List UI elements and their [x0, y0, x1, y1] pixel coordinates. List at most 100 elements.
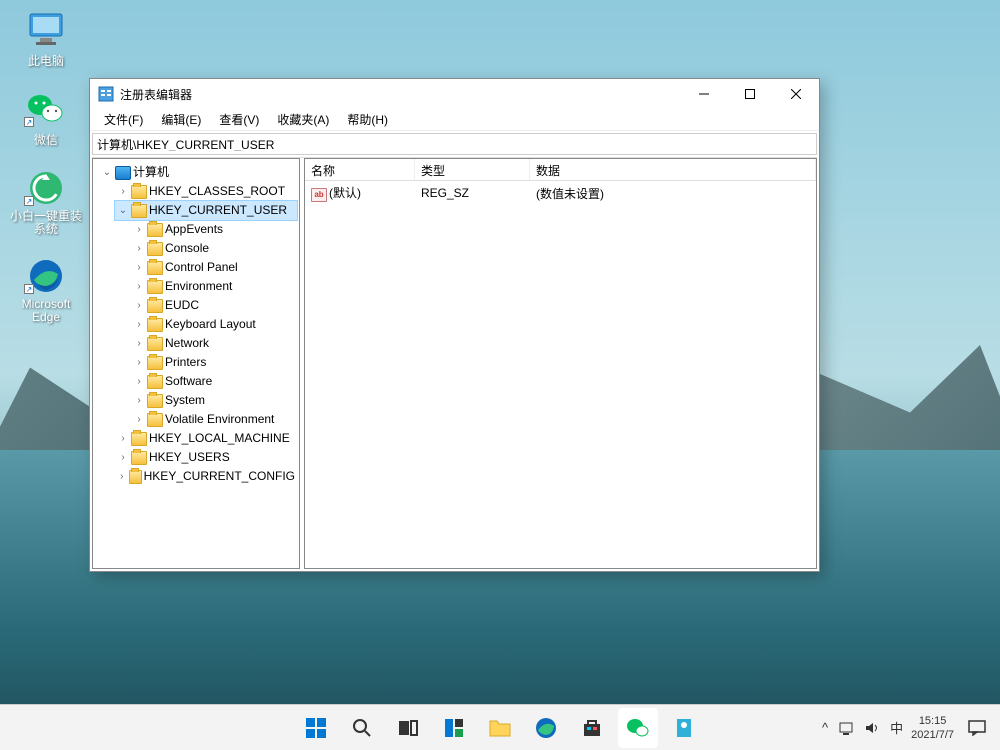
regedit-icon	[98, 86, 114, 102]
tree-expander-icon[interactable]: ›	[133, 239, 145, 258]
registry-value-row[interactable]: ab(默认)REG_SZ(数值未设置)	[305, 183, 816, 203]
tree-expander-icon[interactable]: ›	[133, 391, 145, 410]
tree-key-console[interactable]: ›Console	[131, 239, 297, 258]
value-data: (数值未设置)	[530, 185, 816, 202]
reg-string-icon: ab	[311, 188, 327, 202]
tree-root-computer[interactable]: ⌄ 计算机	[99, 163, 297, 182]
tree-label: Printers	[165, 353, 206, 372]
address-input[interactable]	[97, 137, 812, 151]
menu-view[interactable]: 查看(V)	[211, 109, 267, 130]
network-icon[interactable]	[838, 721, 854, 735]
task-view-button[interactable]	[388, 708, 428, 748]
tree-key-volatile-environment[interactable]: › Volatile Environment	[131, 410, 297, 429]
address-bar[interactable]	[92, 133, 817, 155]
taskbar-date: 2021/7/7	[911, 728, 954, 742]
tree-expander-icon[interactable]: ⌄	[117, 201, 129, 220]
app-button[interactable]	[664, 708, 704, 748]
tree-expander-icon[interactable]: ›	[133, 220, 145, 239]
menu-edit[interactable]: 编辑(E)	[153, 109, 209, 130]
menu-help[interactable]: 帮助(H)	[339, 109, 396, 130]
titlebar[interactable]: 注册表编辑器	[90, 79, 819, 109]
desktop-icon-this-pc[interactable]: 此电脑	[8, 10, 84, 69]
tree-pane[interactable]: ⌄ 计算机 ›HKEY_CLASSES_ROOT⌄HKEY_CURRENT_US…	[92, 158, 300, 569]
tree-key-system[interactable]: › System	[131, 391, 297, 410]
tree-key-control-panel[interactable]: ›Control Panel	[131, 258, 297, 277]
menu-favorites[interactable]: 收藏夹(A)	[269, 109, 337, 130]
close-button[interactable]	[773, 79, 819, 109]
folder-icon	[129, 470, 142, 484]
tree-hive-hkey-current-config[interactable]: › HKEY_CURRENT_CONFIG	[115, 467, 297, 486]
tree-label: AppEvents	[165, 220, 223, 239]
registry-editor-window: 注册表编辑器 文件(F) 编辑(E) 查看(V) 收藏夹(A) 帮助(H)	[89, 78, 820, 572]
folder-icon	[147, 413, 163, 427]
tree-expander-icon[interactable]: ›	[133, 334, 145, 353]
tree-label: HKEY_USERS	[149, 448, 230, 467]
edge-button[interactable]	[526, 708, 566, 748]
wechat-taskbar-button[interactable]	[618, 708, 658, 748]
values-pane[interactable]: 名称 类型 数据 ab(默认)REG_SZ(数值未设置)	[304, 158, 817, 569]
desktop-icon-xiaobai[interactable]: ↗ 小白一键重装系统	[8, 168, 84, 236]
tree-expander-icon[interactable]: ›	[133, 410, 145, 429]
desktop-icon-edge[interactable]: ↗ Microsoft Edge	[8, 256, 84, 324]
tree-expander-icon[interactable]: ›	[117, 429, 129, 448]
file-explorer-button[interactable]	[480, 708, 520, 748]
tree-key-keyboard-layout[interactable]: ›Keyboard Layout	[131, 315, 297, 334]
widgets-button[interactable]	[434, 708, 474, 748]
tree-label: 计算机	[133, 163, 169, 182]
tree-label: Volatile Environment	[165, 410, 274, 429]
tree-expander-icon[interactable]: ›	[117, 448, 129, 467]
taskbar-clock[interactable]: 15:15 2021/7/7	[911, 714, 954, 742]
tree-expander-icon[interactable]: ›	[133, 315, 145, 334]
tree-expander-icon[interactable]: ⌄	[101, 163, 113, 182]
tree-expander-icon[interactable]: ›	[133, 296, 145, 315]
desktop-icons: 此电脑 ↗ 微信 ↗ 小白一键重装系统 ↗ Microsoft Edge	[8, 10, 84, 324]
tree-label: HKEY_CURRENT_CONFIG	[144, 467, 295, 486]
tree-hive-hkey-users[interactable]: › HKEY_USERS	[115, 448, 297, 467]
tree-key-eudc[interactable]: ›EUDC	[131, 296, 297, 315]
tree-hive-hkey-classes-root[interactable]: ›HKEY_CLASSES_ROOT	[115, 182, 297, 201]
tree-key-printers[interactable]: › Printers	[131, 353, 297, 372]
tree-key-software[interactable]: ›Software	[131, 372, 297, 391]
volume-icon[interactable]	[864, 721, 880, 735]
column-header-type[interactable]: 类型	[415, 159, 530, 180]
taskbar-time: 15:15	[911, 714, 954, 728]
desktop-icon-wechat[interactable]: ↗ 微信	[8, 89, 84, 148]
tree-expander-icon[interactable]: ›	[133, 353, 145, 372]
tree-key-environment[interactable]: ›Environment	[131, 277, 297, 296]
minimize-button[interactable]	[681, 79, 727, 109]
tree-expander-icon[interactable]: ›	[117, 467, 127, 486]
folder-icon	[147, 394, 163, 408]
tree-hive-hkey-current-user[interactable]: ⌄HKEY_CURRENT_USER	[115, 201, 297, 220]
tree-expander-icon[interactable]: ›	[133, 277, 145, 296]
tree-expander-icon[interactable]: ›	[133, 372, 145, 391]
column-header-data[interactable]: 数据	[530, 159, 816, 180]
tree-key-appevents[interactable]: › AppEvents	[131, 220, 297, 239]
shortcut-overlay-icon: ↗	[24, 284, 34, 294]
store-button[interactable]	[572, 708, 612, 748]
column-header-name[interactable]: 名称	[305, 159, 415, 180]
folder-icon	[131, 432, 147, 446]
system-tray[interactable]: ^ 中	[822, 718, 903, 737]
folder-icon	[131, 451, 147, 465]
tree-hive-hkey-local-machine[interactable]: ›HKEY_LOCAL_MACHINE	[115, 429, 297, 448]
search-button[interactable]	[342, 708, 382, 748]
start-button[interactable]	[296, 708, 336, 748]
tray-chevron-icon[interactable]: ^	[822, 720, 828, 735]
folder-icon	[147, 261, 163, 275]
notifications-button[interactable]	[962, 720, 992, 736]
maximize-button[interactable]	[727, 79, 773, 109]
menubar: 文件(F) 编辑(E) 查看(V) 收藏夹(A) 帮助(H)	[90, 109, 819, 131]
tree-label: System	[165, 391, 205, 410]
folder-icon	[131, 204, 147, 218]
tree-expander-icon[interactable]: ›	[133, 258, 145, 277]
folder-icon	[147, 318, 163, 332]
ime-indicator[interactable]: 中	[890, 718, 903, 737]
folder-icon	[147, 280, 163, 294]
tree-expander-icon[interactable]: ›	[117, 182, 129, 201]
tree-key-network[interactable]: ›Network	[131, 334, 297, 353]
menu-file[interactable]: 文件(F)	[96, 109, 151, 130]
window-title: 注册表编辑器	[120, 86, 681, 103]
folder-icon	[147, 299, 163, 313]
value-type: REG_SZ	[415, 186, 530, 200]
folder-icon	[131, 185, 147, 199]
